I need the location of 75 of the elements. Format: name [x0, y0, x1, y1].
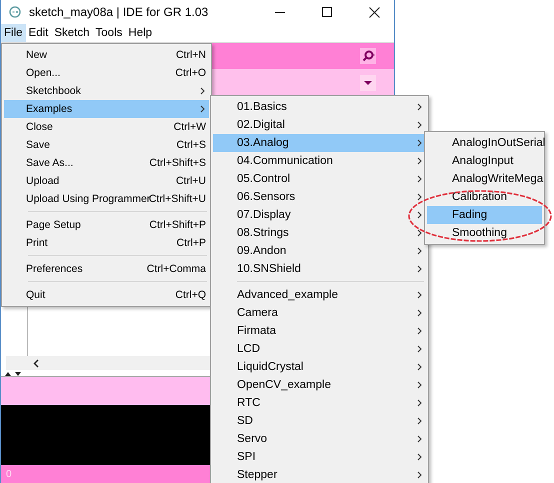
menu-item[interactable]: 01.Basics	[213, 98, 426, 116]
menu-item[interactable]: 08.Strings	[213, 224, 426, 242]
chevron-right-icon	[417, 211, 422, 219]
menu-item[interactable]: Servo	[213, 430, 426, 448]
app-icon	[9, 6, 21, 18]
menu-item[interactable]: Upload Using ProgrammerCtrl+Shift+U	[4, 190, 209, 208]
chevron-right-icon	[200, 105, 205, 113]
menu-item[interactable]: Advanced_example	[213, 286, 426, 304]
chevron-right-icon	[417, 103, 422, 111]
chevron-right-icon	[417, 381, 422, 389]
chevron-right-icon	[417, 247, 422, 255]
menu-item[interactable]: LiquidCrystal	[213, 358, 426, 376]
menu-item[interactable]: Open... Ctrl+O	[4, 64, 209, 82]
menu-item[interactable]: LCD	[213, 340, 426, 358]
maximize-icon[interactable]	[322, 6, 333, 18]
chevron-right-icon	[417, 265, 422, 273]
menu-item[interactable]: Smoothing	[427, 224, 542, 242]
menu-item[interactable]: Preferences Ctrl+Comma	[4, 260, 209, 278]
menu-bar-item[interactable]: Tools	[92, 24, 126, 42]
chevron-right-icon	[200, 87, 205, 95]
menu-item[interactable]: AnalogInOutSerial	[427, 134, 542, 152]
menu-item[interactable]: AnalogInput	[427, 152, 542, 170]
menu-item[interactable]: 02.Digital	[213, 116, 426, 134]
chevron-right-icon	[417, 453, 422, 461]
menu-item[interactable]: Close Ctrl+W	[4, 118, 209, 136]
chevron-right-icon	[417, 175, 422, 183]
menu-item[interactable]: SPI	[213, 448, 426, 466]
chevron-right-icon	[417, 471, 422, 479]
menu-item[interactable]: 10.SNShield	[213, 260, 426, 278]
menu-bar-item[interactable]: Edit	[26, 24, 52, 42]
chevron-right-icon	[417, 291, 422, 299]
chevron-right-icon	[417, 309, 422, 317]
menu-item[interactable]: Quit Ctrl+Q	[4, 286, 209, 304]
menu-item[interactable]: 09.Andon	[213, 242, 426, 260]
menu-item[interactable]: RTC	[213, 394, 426, 412]
menu-bar-item[interactable]: Help	[125, 24, 156, 42]
chevron-right-icon	[417, 229, 422, 237]
chevron-right-icon	[417, 157, 422, 165]
menu-item[interactable]: OpenCV_example	[213, 376, 426, 394]
menu-item[interactable]: Page Setup Ctrl+Shift+P	[4, 216, 209, 234]
menu-item[interactable]: Sketchbook	[4, 82, 209, 100]
chevron-right-icon	[417, 345, 422, 353]
menu-item[interactable]: Examples	[4, 100, 209, 118]
menu-item[interactable]: 06.Sensors	[213, 188, 426, 206]
chevron-right-icon	[417, 399, 422, 407]
chevron-right-icon	[417, 193, 422, 201]
window-title: sketch_may08a | IDE for GR 1.03	[29, 5, 208, 19]
splitter-arrows-icon[interactable]	[4, 371, 22, 376]
chevron-right-icon	[417, 363, 422, 371]
menu-bar-item[interactable]: Sketch	[51, 24, 93, 42]
chevron-right-icon	[417, 121, 422, 129]
chevron-right-icon	[417, 417, 422, 425]
menu-item[interactable]: 03.Analog	[213, 134, 426, 152]
menu-item[interactable]: New Ctrl+N	[4, 46, 209, 64]
menu-item[interactable]: AnalogWriteMega	[427, 170, 542, 188]
close-icon[interactable]	[369, 6, 380, 18]
menu-item[interactable]: SD	[213, 412, 426, 430]
menu-item[interactable]: Upload Ctrl+U	[4, 172, 209, 190]
menu-item[interactable]: Save Ctrl+S	[4, 136, 209, 154]
menu-item[interactable]: Camera	[213, 304, 426, 322]
serial-monitor-icon[interactable]	[360, 48, 376, 64]
menu-item[interactable]: 05.Control	[213, 170, 426, 188]
menu-item[interactable]: 04.Communication	[213, 152, 426, 170]
menu-item[interactable]: Fading	[427, 206, 542, 224]
menu-item[interactable]: Stepper	[213, 466, 426, 483]
menu-item[interactable]: 07.Display	[213, 206, 426, 224]
menu-item[interactable]: Print Ctrl+P	[4, 234, 209, 252]
menu-bar-item[interactable]: File	[1, 24, 26, 42]
chevron-right-icon	[417, 435, 422, 443]
chevron-left-icon[interactable]	[33, 358, 39, 368]
chevron-right-icon	[417, 139, 422, 147]
menu-item[interactable]: Save As... Ctrl+Shift+S	[4, 154, 209, 172]
line-number: 0	[6, 468, 12, 480]
menu-item[interactable]: Firmata	[213, 322, 426, 340]
chevron-right-icon	[417, 327, 422, 335]
